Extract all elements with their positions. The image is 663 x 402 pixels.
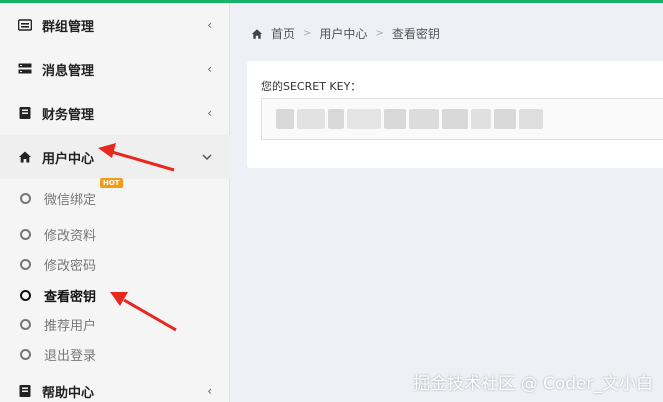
breadcrumb: 首页 > 用户中心 > 查看密钥 (251, 25, 440, 42)
submenu-item-edit-profile[interactable]: 修改资料 (0, 220, 230, 248)
main-content: 首页 > 用户中心 > 查看密钥 您的SECRET KEY： (231, 3, 663, 402)
circle-icon (20, 192, 31, 204)
sidebar-item-finance-management[interactable]: 财务管理 ‹ (0, 91, 230, 135)
sidebar-item-label: 帮助中心 (42, 385, 95, 401)
server-icon (18, 63, 32, 74)
book-icon (19, 385, 31, 397)
breadcrumb-current: 查看密钥 (391, 27, 440, 41)
chevron-left-icon: ‹ (207, 62, 212, 76)
chevron-left-icon: ‹ (207, 106, 212, 120)
sidebar-item-group-management[interactable]: 群组管理 ‹ (0, 3, 230, 47)
keyboard-icon (18, 19, 32, 31)
sidebar-item-label: 消息管理 (42, 63, 95, 79)
book-icon (19, 107, 31, 119)
home-icon (251, 28, 263, 39)
submenu-item-label: 修改密码 (44, 258, 97, 274)
sidebar-item-label: 用户中心 (42, 151, 95, 167)
sidebar-item-user-center[interactable]: 用户中心 (0, 135, 230, 179)
submenu-item-logout[interactable]: 退出登录 (0, 340, 230, 368)
chevron-left-icon: ‹ (207, 18, 212, 32)
watermark: 掘金技术社区 @ Coder_文小白 (413, 374, 653, 394)
circle-icon (20, 258, 31, 270)
breadcrumb-home-link[interactable]: 首页 (271, 25, 295, 42)
chevron-left-icon: ‹ (207, 384, 212, 398)
sidebar-item-label: 群组管理 (42, 19, 95, 35)
submenu-item-label: 推荐用户 (44, 318, 97, 334)
circle-icon (20, 228, 31, 240)
secret-key-card: 您的SECRET KEY： (247, 61, 663, 168)
submenu-item-label: 退出登录 (44, 348, 97, 364)
sidebar-item-message-management[interactable]: 消息管理 ‹ (0, 47, 230, 91)
circle-icon (20, 318, 31, 330)
sidebar-item-help-center[interactable]: 帮助中心 ‹ (0, 369, 230, 402)
circle-icon (20, 289, 31, 301)
secret-key-label: 您的SECRET KEY： (261, 80, 362, 93)
chevron-down-icon (202, 150, 212, 164)
submenu-item-view-secret-key[interactable]: 查看密钥 (0, 281, 230, 309)
circle-icon (20, 348, 31, 360)
home-icon (19, 151, 31, 163)
sidebar-item-label: 财务管理 (42, 107, 95, 123)
hot-badge: HOT (100, 178, 123, 188)
submenu-item-label: 修改资料 (44, 228, 97, 244)
submenu-item-label: 查看密钥 (44, 289, 97, 305)
submenu-item-wechat-bind[interactable]: 微信绑定 HOT (0, 178, 230, 212)
sidebar: 群组管理 ‹ 消息管理 ‹ 财务管理 ‹ 用户中心 微信绑定 HOT 修改资料 … (0, 3, 230, 402)
secret-key-field[interactable] (261, 98, 663, 140)
submenu-item-label: 微信绑定 (44, 192, 97, 208)
submenu-item-change-password[interactable]: 修改密码 (0, 250, 230, 278)
secret-key-value-blurred (276, 109, 543, 129)
breadcrumb-user-center-link[interactable]: 用户中心 (319, 25, 367, 42)
breadcrumb-separator: > (375, 28, 384, 39)
breadcrumb-separator: > (303, 28, 312, 39)
submenu-item-recommend-user[interactable]: 推荐用户 (0, 310, 230, 338)
